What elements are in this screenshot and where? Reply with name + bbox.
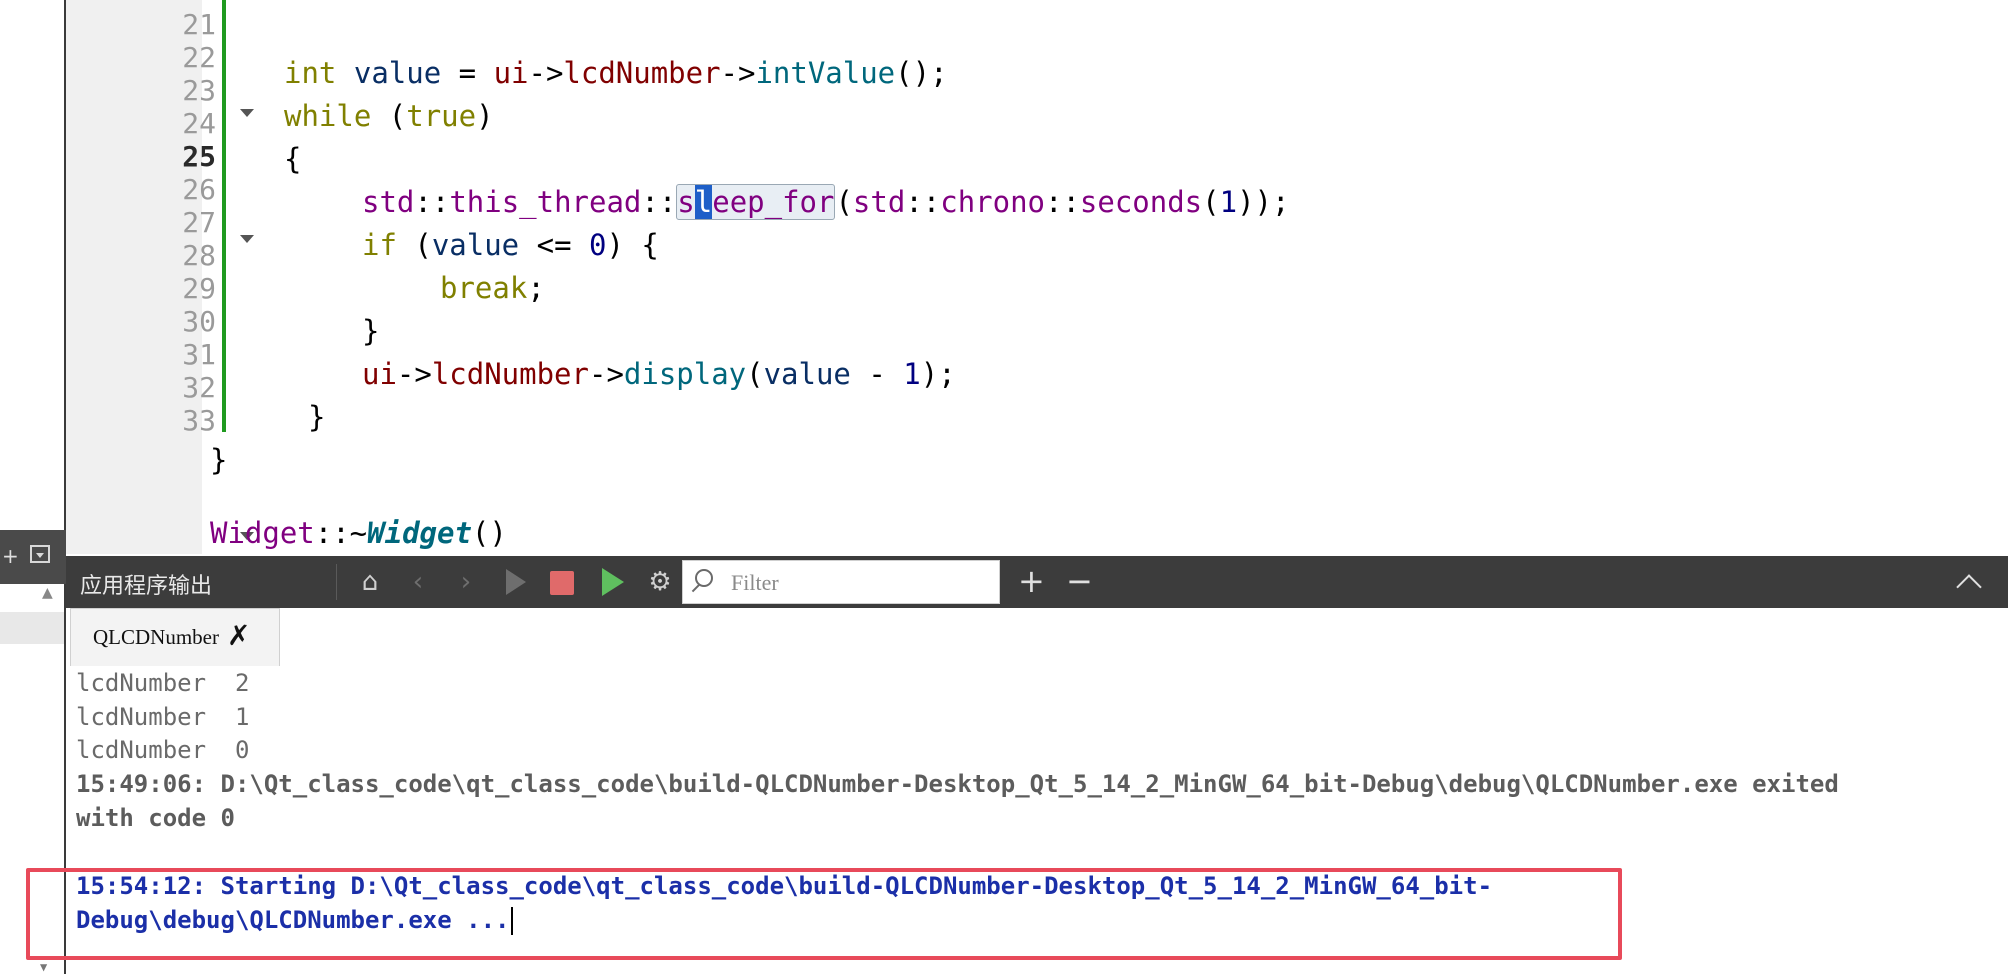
code-line-28: }	[362, 314, 380, 348]
code-line-31: }	[210, 443, 228, 477]
chevron-left-icon[interactable]: ‹	[402, 566, 434, 598]
output-line: lcdNumber 1	[76, 703, 250, 731]
scroll-down-icon[interactable]: ▼	[40, 960, 60, 974]
play-icon[interactable]	[506, 569, 526, 595]
tab-label: QLCDNumber	[93, 625, 219, 649]
broom-icon[interactable]: ⌂	[354, 566, 386, 598]
code-line-24: {	[284, 142, 302, 176]
stop-icon[interactable]	[550, 571, 574, 595]
output-line: 15:49:06: D:\Qt_class_code\qt_class_code…	[76, 770, 1839, 798]
change-marker-bar	[222, 0, 226, 432]
chevron-up-icon[interactable]	[1956, 574, 1982, 600]
fold-arrow-icon[interactable]	[240, 235, 254, 243]
code-line-33: Widget::~Widget()	[210, 516, 507, 550]
code-line-30: }	[308, 400, 326, 434]
code-line-25: std::this_thread::sleep_for(std::chrono:…	[362, 184, 1290, 220]
filter-field[interactable]	[682, 560, 1000, 604]
output-tab-bar: QLCDNumber ✗	[66, 608, 2008, 667]
code-line-22: int value = ui->lcdNumber->intValue();	[284, 56, 948, 90]
code-line-27: break;	[440, 271, 545, 305]
left-sidebar-toolbar: +	[0, 530, 66, 584]
line-number: 33	[182, 404, 216, 437]
code-line-26: if (value <= 0) {	[362, 228, 659, 262]
search-icon	[695, 569, 713, 587]
toolbar-separator	[336, 564, 337, 600]
fold-arrow-icon[interactable]	[240, 109, 254, 117]
code-line-23: while (true)	[284, 99, 494, 133]
tab-qlcdnumber[interactable]: QLCDNumber ✗	[70, 608, 280, 666]
output-line: with code 0	[76, 804, 235, 832]
text-selection: l	[694, 185, 713, 219]
symbol-highlight: sleep_for	[676, 184, 836, 220]
left-sidebar	[0, 0, 66, 974]
run-debug-icon[interactable]	[602, 568, 624, 596]
close-icon[interactable]: ✗	[227, 619, 250, 652]
output-line: lcdNumber 2	[76, 669, 250, 697]
annotation-highlight-box	[26, 868, 1622, 960]
add-button[interactable]: +	[1018, 564, 1045, 598]
gear-icon[interactable]: ⚙	[644, 566, 676, 598]
output-pane-toolbar: 应用程序输出 ⌂ ‹ › ⚙ + −	[66, 556, 2008, 608]
plus-icon[interactable]: +	[2, 544, 19, 568]
scroll-up-icon[interactable]: ▲	[42, 585, 53, 601]
code-editor[interactable]: 21 22 23 24 25 26 27 28 29 30 31 32 33 i…	[66, 0, 2008, 554]
dropdown-icon[interactable]	[30, 545, 50, 563]
filter-input[interactable]	[729, 567, 993, 599]
code-line-29: ui->lcdNumber->display(value - 1);	[362, 357, 956, 391]
sidebar-selected-item[interactable]	[0, 612, 64, 644]
output-pane-title: 应用程序输出	[80, 574, 213, 599]
output-line: lcdNumber 0	[76, 736, 250, 764]
chevron-right-icon[interactable]: ›	[450, 566, 482, 598]
remove-button[interactable]: −	[1066, 564, 1093, 598]
